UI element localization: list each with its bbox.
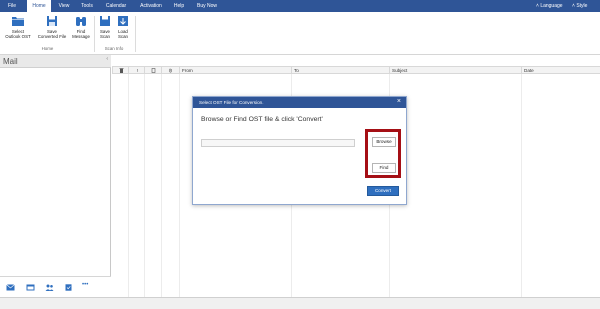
convert-button[interactable]: Convert — [367, 186, 399, 196]
ribbon-label: Outlook OST — [5, 34, 31, 39]
more-icon[interactable]: ••• — [82, 282, 88, 288]
column-date[interactable]: Date — [521, 67, 600, 74]
ribbon-label: Converted File — [37, 34, 67, 39]
column-attachment[interactable] — [161, 67, 179, 74]
column-divider — [179, 74, 180, 297]
save-scan-button[interactable]: Save Scan — [96, 14, 114, 39]
column-divider — [144, 74, 145, 297]
ribbon-label: Message — [72, 34, 90, 39]
mail-header: Mail ‹ — [0, 55, 111, 68]
language-menu[interactable]: ˄ Language — [536, 0, 563, 12]
binoculars-icon — [76, 17, 86, 26]
dialog-titlebar: Select OST File for Conversion. × — [193, 97, 406, 108]
language-label: Language — [540, 3, 563, 9]
page-icon — [151, 68, 156, 73]
contacts-icon[interactable] — [45, 284, 54, 291]
tab-help[interactable]: Help — [171, 0, 187, 12]
tab-view[interactable]: View — [54, 0, 74, 12]
left-pane: Mail ‹ ••• — [0, 55, 111, 297]
chevron-up-icon: ˄ — [572, 3, 575, 9]
ribbon-separator — [94, 16, 95, 52]
close-icon[interactable]: × — [397, 98, 401, 105]
style-menu[interactable]: ˄ Style — [572, 0, 587, 12]
mail-icon[interactable] — [6, 284, 15, 291]
dialog-heading: Browse or Find OST file & click 'Convert… — [201, 116, 323, 123]
column-divider — [521, 74, 522, 297]
ribbon-label: Scan — [99, 34, 110, 39]
style-label: Style — [576, 3, 588, 9]
save-scan-icon — [100, 16, 110, 26]
tab-activation[interactable]: Activation — [136, 0, 166, 12]
tasks-icon[interactable] — [64, 284, 73, 291]
menu-bar: File Home View Tools Calendar Activation… — [0, 0, 600, 13]
load-scan-button[interactable]: Load Scan — [114, 14, 132, 39]
chevron-up-icon: ˄ — [536, 3, 539, 9]
paperclip-icon — [169, 68, 172, 73]
mail-title: Mail — [3, 57, 18, 66]
column-from[interactable]: From — [179, 67, 291, 74]
tab-buy-now[interactable]: Buy Now — [194, 0, 220, 12]
tab-file[interactable]: File — [4, 0, 20, 12]
column-to[interactable]: To — [291, 67, 389, 74]
save-icon — [47, 16, 57, 26]
save-converted-file-button[interactable]: Save Converted File — [34, 14, 70, 39]
select-ost-dialog: Select OST File for Conversion. × Browse… — [192, 96, 407, 205]
column-subject[interactable]: Subject — [389, 67, 521, 74]
load-scan-icon — [118, 16, 128, 26]
dialog-title: Select OST File for Conversion. — [199, 100, 264, 105]
ost-path-input[interactable] — [201, 139, 355, 147]
ribbon-separator — [135, 16, 136, 52]
message-list-header: ! From To Subject Date — [112, 66, 600, 74]
column-divider — [128, 74, 129, 297]
column-delete[interactable] — [112, 67, 128, 74]
select-outlook-ost-button[interactable]: Select Outlook OST — [3, 14, 33, 39]
trash-icon — [119, 68, 124, 73]
calendar-icon[interactable] — [26, 284, 35, 291]
find-message-button[interactable]: Find Message — [70, 14, 92, 39]
tab-tools[interactable]: Tools — [77, 0, 97, 12]
ribbon-label: Scan — [117, 34, 128, 39]
column-divider — [161, 74, 162, 297]
folder-icon — [12, 17, 24, 26]
collapse-arrow-icon[interactable]: ‹ — [106, 56, 108, 62]
column-importance[interactable]: ! — [128, 67, 144, 74]
left-pane-footer: ••• — [0, 276, 111, 297]
ribbon-group-home-label: Home — [41, 46, 54, 51]
status-bar — [0, 297, 600, 309]
ribbon-group-scan-label: Scan Info — [104, 46, 124, 51]
tab-calendar[interactable]: Calendar — [102, 0, 130, 12]
column-type[interactable] — [144, 67, 161, 74]
browse-button[interactable]: Browse — [372, 137, 396, 147]
ribbon: Select Outlook OST Save Converted File F… — [0, 12, 600, 55]
find-button[interactable]: Find — [372, 163, 396, 173]
